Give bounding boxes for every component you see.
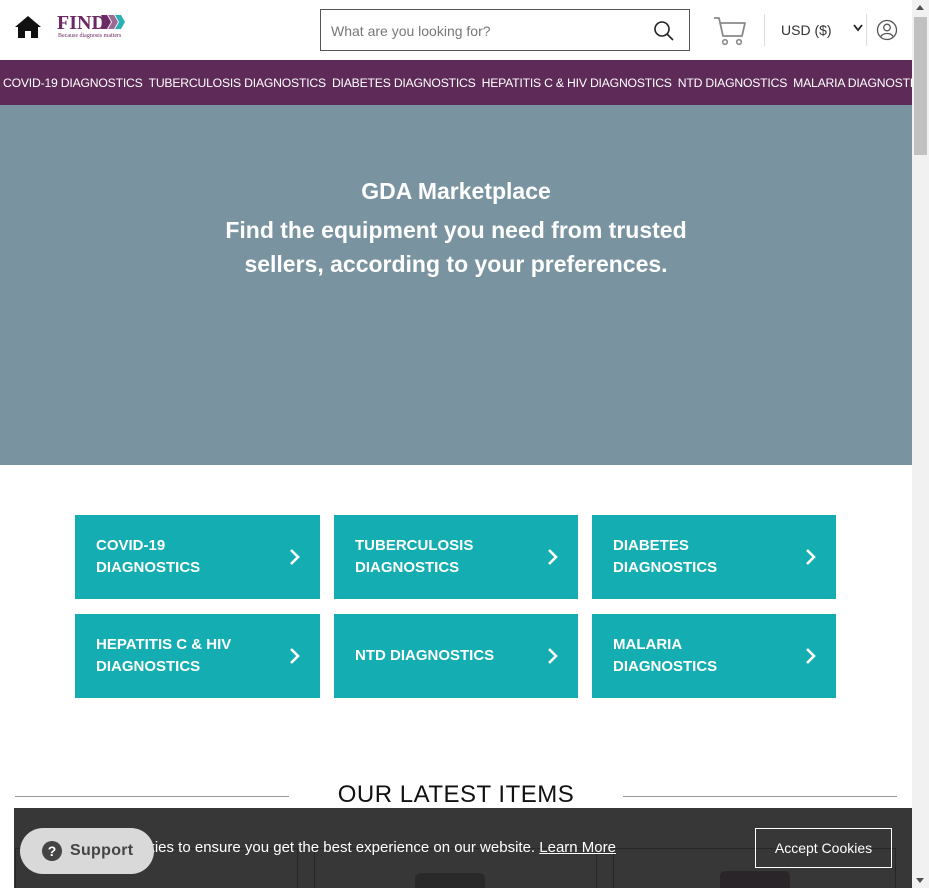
search-icon[interactable] — [653, 20, 675, 42]
category-tile-diabetes[interactable]: DIABETES DIAGNOSTICS — [592, 515, 836, 599]
category-tile-ntd[interactable]: NTD DIAGNOSTICS — [334, 614, 578, 698]
search-input[interactable] — [331, 20, 641, 42]
nav-item-tuberculosis[interactable]: TUBERCULOSIS DIAGNOSTICS — [149, 76, 327, 90]
user-icon[interactable] — [876, 19, 898, 41]
category-tile-malaria[interactable]: MALARIA DIAGNOSTICS — [592, 614, 836, 698]
nav-item-hepatitis-hiv[interactable]: HEPATITIS C & HIV DIAGNOSTICS — [482, 76, 672, 90]
category-tile-tuberculosis[interactable]: TUBERCULOSIS DIAGNOSTICS — [334, 515, 578, 599]
hero-subtitle: Find the equipment you need from trusted… — [225, 217, 687, 277]
support-label: Support — [70, 842, 134, 859]
cart-icon[interactable] — [712, 15, 748, 47]
category-label: NTD DIAGNOSTICS — [355, 647, 495, 664]
cookie-message: okies to ensure you get the best experie… — [139, 839, 616, 856]
learn-more-link[interactable]: Learn More — [539, 839, 616, 856]
logo-mark-icon — [101, 15, 125, 29]
category-label: MALARIA DIAGNOSTICS — [613, 636, 718, 675]
divider — [764, 14, 765, 46]
scroll-down-arrow-icon[interactable] — [916, 878, 924, 883]
cookie-text: okies to ensure you get the best experie… — [139, 839, 536, 856]
chevron-right-icon — [290, 648, 300, 664]
search-box — [320, 9, 690, 51]
accept-cookies-button[interactable]: Accept Cookies — [755, 828, 892, 868]
category-tile-hepatitis-hiv[interactable]: HEPATITIS C & HIV DIAGNOSTICS — [75, 614, 320, 698]
nav-item-covid[interactable]: COVID-19 DIAGNOSTICS — [3, 76, 143, 90]
nav-item-ntd[interactable]: NTD DIAGNOSTICS — [678, 76, 788, 90]
hero-banner: GDA Marketplace Find the equipment you n… — [0, 105, 912, 465]
category-label: HEPATITIS C & HIV DIAGNOSTICS — [96, 636, 232, 675]
logo-tagline: Because diagnosis matters — [58, 33, 122, 39]
category-label: DIABETES DIAGNOSTICS — [613, 537, 718, 576]
support-button[interactable]: ? Support — [20, 828, 154, 874]
find-logo[interactable]: FIND Because diagnosis matters — [57, 12, 127, 42]
site-header: FIND Because diagnosis matters USD ($) — [0, 0, 912, 60]
home-icon[interactable] — [14, 14, 42, 40]
scroll-up-arrow-icon[interactable] — [916, 5, 924, 10]
chevron-right-icon — [806, 549, 816, 565]
latest-items-heading: OUR LATEST ITEMS — [337, 781, 575, 808]
chevron-right-icon — [548, 549, 558, 565]
currency-select[interactable]: USD ($) — [777, 20, 865, 42]
divider — [866, 14, 867, 46]
category-nav: COVID-19 DIAGNOSTICS TUBERCULOSIS DIAGNO… — [0, 60, 929, 105]
nav-item-malaria[interactable]: MALARIA DIAGNOSTICS — [793, 76, 929, 90]
logo-text: FIND — [57, 12, 106, 34]
currency-value: USD ($) — [781, 22, 832, 38]
chevron-right-icon — [548, 648, 558, 664]
category-label: COVID-19 DIAGNOSTICS — [96, 537, 201, 576]
hero-title: GDA Marketplace — [361, 178, 551, 204]
chevron-down-icon — [853, 24, 863, 32]
category-label: TUBERCULOSIS DIAGNOSTICS — [355, 537, 474, 576]
chevron-right-icon — [806, 648, 816, 664]
nav-item-diabetes[interactable]: DIABETES DIAGNOSTICS — [332, 76, 476, 90]
page-scrollbar[interactable] — [912, 0, 929, 888]
chevron-right-icon — [290, 549, 300, 565]
scrollbar-thumb[interactable] — [914, 17, 927, 155]
category-tile-covid[interactable]: COVID-19 DIAGNOSTICS — [75, 515, 320, 599]
question-icon: ? — [42, 841, 62, 861]
